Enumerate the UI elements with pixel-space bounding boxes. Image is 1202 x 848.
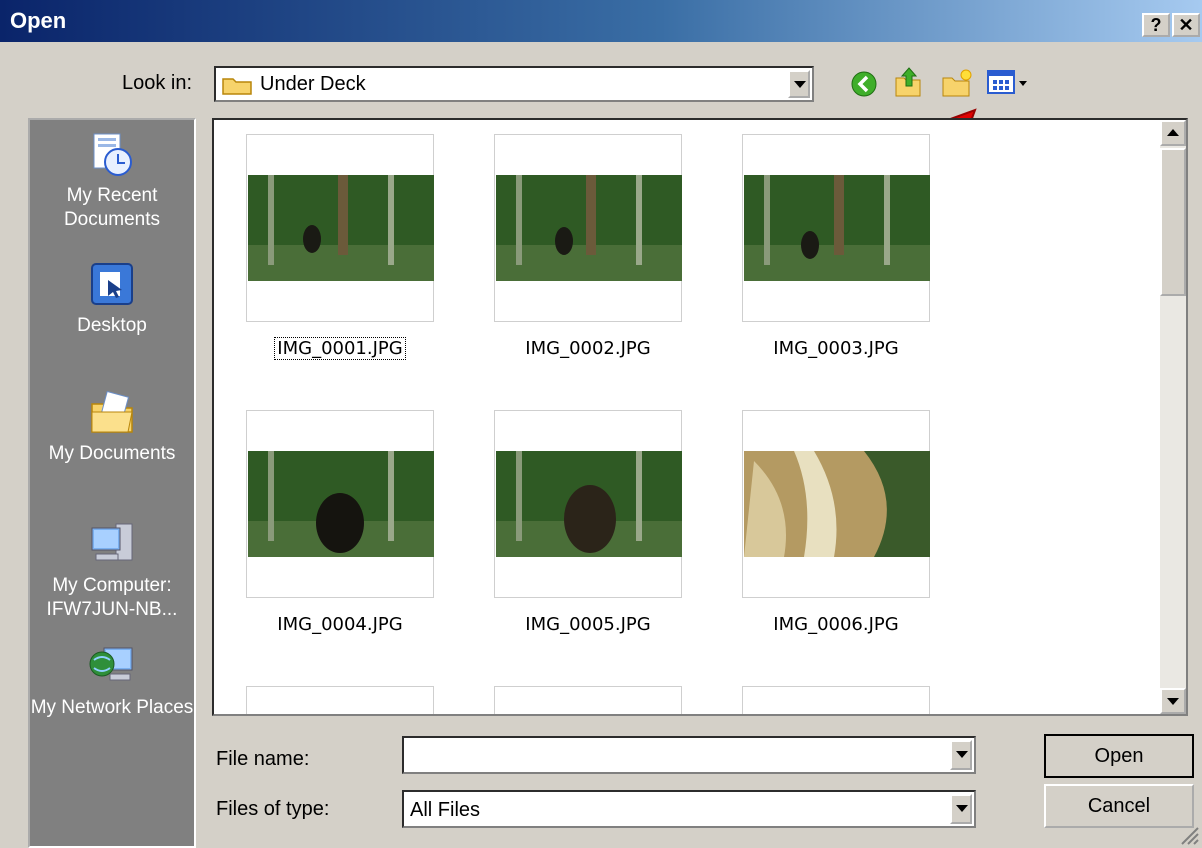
my-documents-icon [91,390,133,433]
file-thumbnail[interactable] [742,134,930,322]
scroll-up-button[interactable] [1160,120,1186,146]
place-label: My Computer: IFW7JUN-NB... [46,575,178,620]
look-in-combo[interactable]: Under Deck [214,66,814,102]
window-title: Open [10,8,67,33]
network-places-icon [89,647,133,681]
title-bar: Open ? ✕ [0,0,1202,42]
scroll-down-button[interactable] [1160,688,1186,714]
look-in-label: Look in: [122,72,193,94]
place-label: Desktop [77,315,147,336]
place-network[interactable]: My Network Places [30,642,194,720]
files-of-type-combo[interactable]: All Files [402,790,976,828]
files-of-type-label: Files of type: [216,798,330,820]
file-name-label[interactable]: IMG_0002.JPG [494,338,682,359]
desktop-icon [91,263,133,305]
views-menu-icon[interactable] [986,68,1032,98]
thumbnail-image [496,451,682,557]
up-folder-icon[interactable] [893,66,923,100]
place-my-documents[interactable]: My Documents [30,388,194,466]
thumbnail-image [744,451,930,557]
recent-documents-icon [93,133,132,176]
thumbnail-image [248,451,434,557]
cancel-button[interactable]: Cancel [1044,784,1194,828]
thumbnail-image [248,175,434,281]
file-thumbnail[interactable] [246,410,434,598]
look-in-dropdown-arrow[interactable] [788,70,810,98]
file-thumbnail-partial[interactable] [246,686,434,714]
arrow-up-icon [1167,129,1179,136]
file-name-combo[interactable] [402,736,976,774]
file-thumbnail[interactable] [494,134,682,322]
close-button[interactable]: ✕ [1172,13,1200,37]
file-list[interactable]: IMG_0001.JPG IMG_0002.JPG IMG_0003.JPG I… [212,118,1188,716]
place-desktop[interactable]: Desktop [30,260,194,338]
vertical-scrollbar[interactable] [1160,120,1186,714]
folder-icon [222,78,252,95]
arrow-down-icon [1167,698,1179,705]
places-bar: My Recent Documents Desktop My Documents… [28,118,196,848]
back-icon[interactable] [850,70,878,98]
place-label: My Recent Documents [63,185,161,230]
file-name-label[interactable]: IMG_0004.JPG [246,614,434,635]
look-in-value: Under Deck [260,73,366,95]
place-recent-documents[interactable]: My Recent Documents [30,130,194,232]
files-of-type-dropdown-arrow[interactable] [950,794,972,824]
file-name-dropdown-arrow[interactable] [950,740,972,770]
file-name-field-label: File name: [216,748,310,770]
scroll-thumb[interactable] [1160,148,1186,296]
place-label: My Network Places [30,697,194,718]
place-label: My Documents [48,443,176,464]
file-name-label[interactable]: IMG_0003.JPG [742,338,930,359]
resize-grip-icon[interactable] [1178,824,1200,846]
file-thumbnail[interactable] [246,134,434,322]
files-of-type-value: All Files [410,799,481,821]
file-thumbnail-partial[interactable] [494,686,682,714]
file-thumbnail-partial[interactable] [742,686,930,714]
place-my-computer[interactable]: My Computer: IFW7JUN-NB... [30,520,194,622]
file-name-label[interactable]: IMG_0006.JPG [742,614,930,635]
my-computer-icon [91,523,133,561]
file-name-label[interactable]: IMG_0005.JPG [494,614,682,635]
file-name-label[interactable]: IMG_0001.JPG [246,337,434,360]
file-thumbnail[interactable] [494,410,682,598]
open-button[interactable]: Open [1044,734,1194,778]
thumbnail-image [496,175,682,281]
file-thumbnail[interactable] [742,410,930,598]
help-button[interactable]: ? [1142,13,1170,37]
new-folder-icon[interactable] [940,66,974,100]
thumbnail-image [744,175,930,281]
